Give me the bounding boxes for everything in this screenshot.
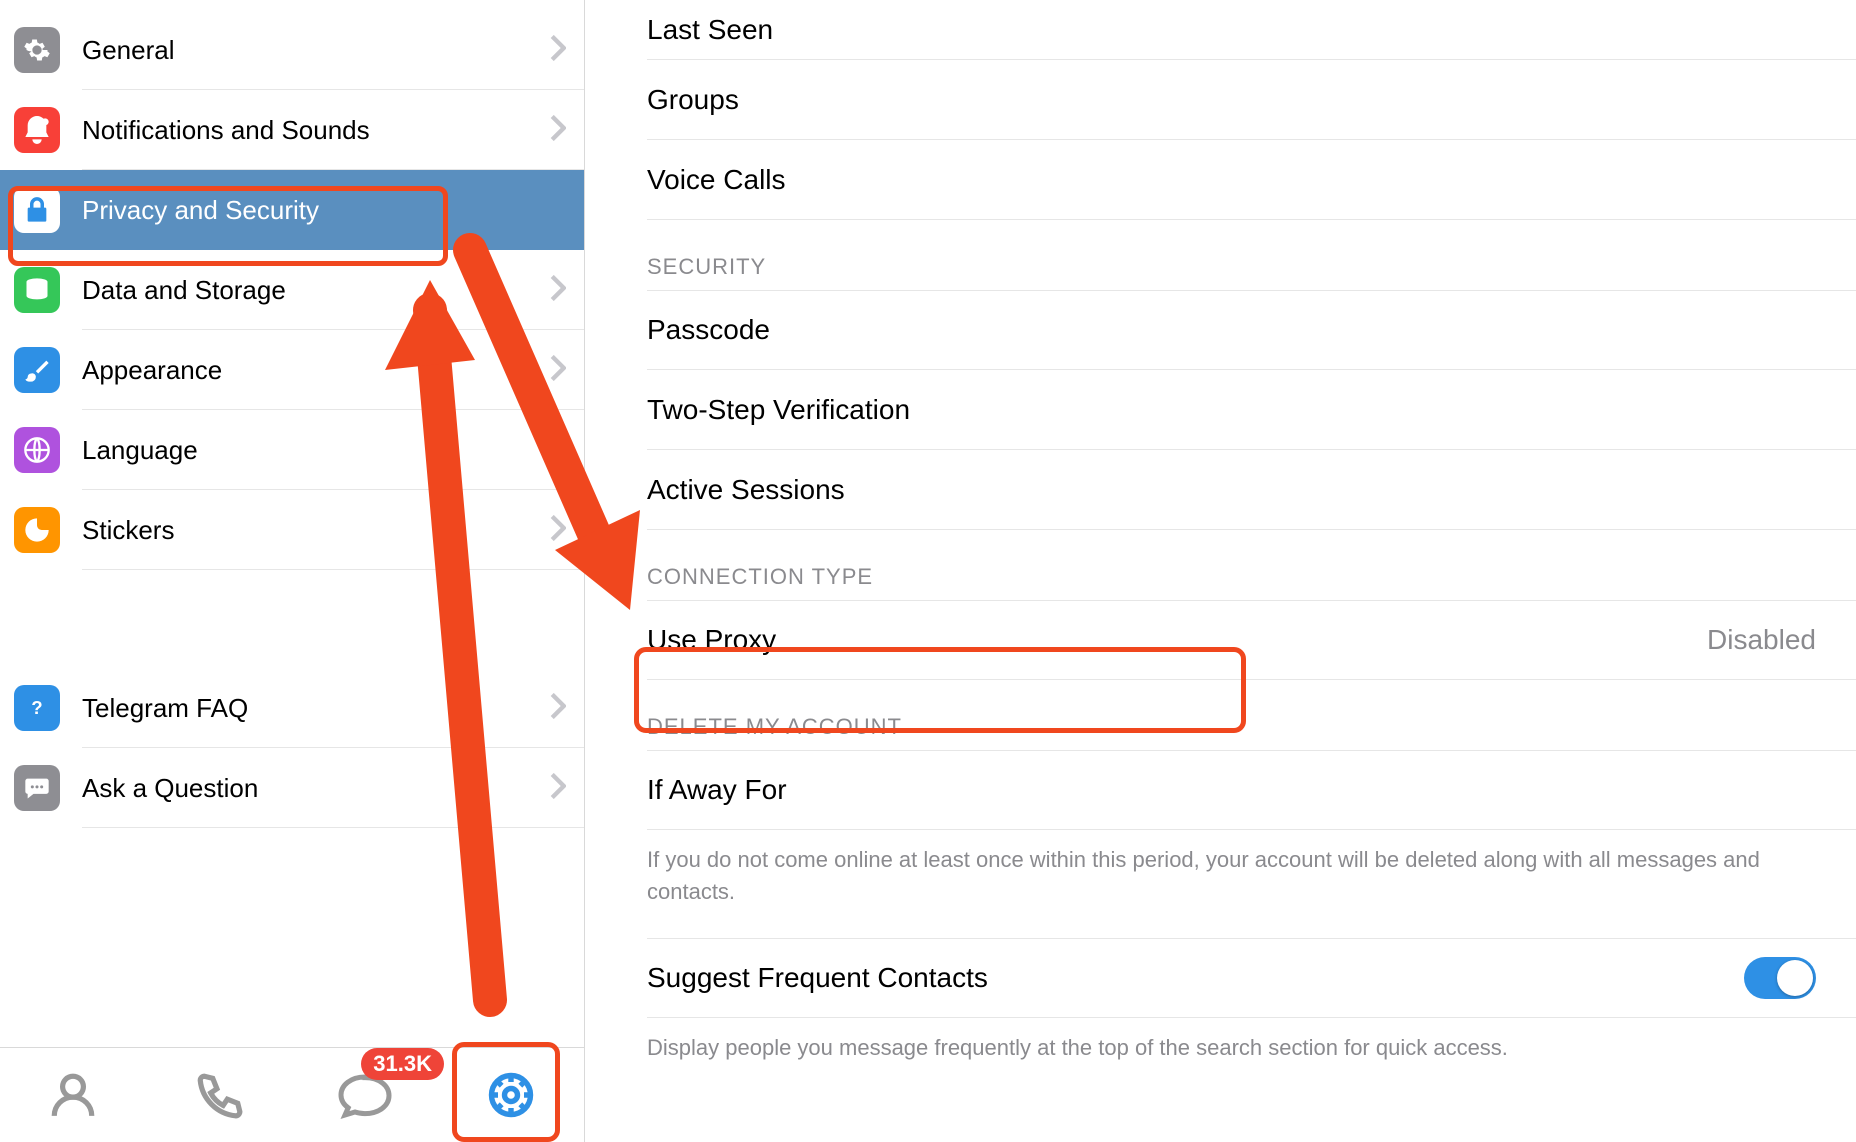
section-header-connection: Connection Type — [585, 530, 1856, 600]
tab-calls[interactable] — [184, 1060, 254, 1130]
row-passcode[interactable]: Passcode — [585, 290, 1856, 370]
row-groups[interactable]: Groups — [585, 60, 1856, 140]
chevron-right-icon — [550, 693, 566, 724]
sidebar-item-label: Notifications and Sounds — [82, 115, 370, 146]
sidebar-item-faq[interactable]: ? Telegram FAQ — [0, 668, 584, 748]
tab-contacts[interactable] — [38, 1060, 108, 1130]
lock-icon — [14, 187, 60, 233]
help-icon: ? — [14, 685, 60, 731]
settings-detail-pane: Last Seen Groups Voice Calls Security Pa… — [585, 0, 1856, 1142]
row-two-step[interactable]: Two-Step Verification — [585, 370, 1856, 450]
unread-badge: 31.3K — [361, 1048, 444, 1080]
sidebar-item-label: Appearance — [82, 355, 222, 386]
chevron-right-icon — [550, 275, 566, 306]
row-if-away-for[interactable]: If Away For — [585, 750, 1856, 830]
row-last-seen[interactable]: Last Seen — [585, 0, 1856, 60]
suggest-toggle[interactable] — [1744, 957, 1816, 999]
settings-sidebar: General Notifications and Sounds Privacy… — [0, 0, 585, 1142]
gear-icon — [14, 27, 60, 73]
sidebar-item-notifications[interactable]: Notifications and Sounds — [0, 90, 584, 170]
speech-icon — [14, 765, 60, 811]
footnote-suggest: Display people you message frequently at… — [585, 1018, 1856, 1074]
row-active-sessions[interactable]: Active Sessions — [585, 450, 1856, 530]
chevron-right-icon — [550, 773, 566, 804]
sidebar-item-label: Stickers — [82, 515, 174, 546]
sidebar-item-label: General — [82, 35, 175, 66]
sidebar-item-privacy[interactable]: Privacy and Security — [0, 170, 584, 250]
chevron-right-icon — [550, 35, 566, 66]
chevron-right-icon — [550, 515, 566, 546]
settings-list: General Notifications and Sounds Privacy… — [0, 0, 584, 1047]
sticker-icon — [14, 507, 60, 553]
row-voice-calls[interactable]: Voice Calls — [585, 140, 1856, 220]
sidebar-item-general[interactable]: General — [0, 10, 584, 90]
bell-icon — [14, 107, 60, 153]
section-header-delete: Delete My Account — [585, 680, 1856, 750]
sidebar-item-appearance[interactable]: Appearance — [0, 330, 584, 410]
sidebar-item-label: Data and Storage — [82, 275, 286, 306]
svg-text:?: ? — [31, 697, 42, 718]
database-icon — [14, 267, 60, 313]
sidebar-item-stickers[interactable]: Stickers — [0, 490, 584, 570]
chevron-right-icon — [550, 435, 566, 466]
sidebar-item-label: Telegram FAQ — [82, 693, 248, 724]
row-suggest-contacts[interactable]: Suggest Frequent Contacts — [585, 938, 1856, 1018]
sidebar-item-label: Ask a Question — [82, 773, 258, 804]
bottom-tabbar: 31.3K — [0, 1047, 584, 1142]
chevron-right-icon — [550, 195, 566, 226]
sidebar-item-label: Language — [82, 435, 198, 466]
sidebar-item-language[interactable]: Language — [0, 410, 584, 490]
settings-divider-gap — [0, 570, 584, 668]
chevron-right-icon — [550, 355, 566, 386]
footnote-delete: If you do not come online at least once … — [585, 830, 1856, 918]
app-root: General Notifications and Sounds Privacy… — [0, 0, 1856, 1142]
chevron-right-icon — [550, 115, 566, 146]
sidebar-item-ask[interactable]: Ask a Question — [0, 748, 584, 828]
tab-settings[interactable] — [476, 1060, 546, 1130]
row-use-proxy[interactable]: Use Proxy Disabled — [585, 600, 1856, 680]
tab-chats[interactable]: 31.3K — [330, 1060, 400, 1130]
sidebar-item-label: Privacy and Security — [82, 195, 319, 226]
globe-icon — [14, 427, 60, 473]
brush-icon — [14, 347, 60, 393]
sidebar-item-data[interactable]: Data and Storage — [0, 250, 584, 330]
section-header-security: Security — [585, 220, 1856, 290]
